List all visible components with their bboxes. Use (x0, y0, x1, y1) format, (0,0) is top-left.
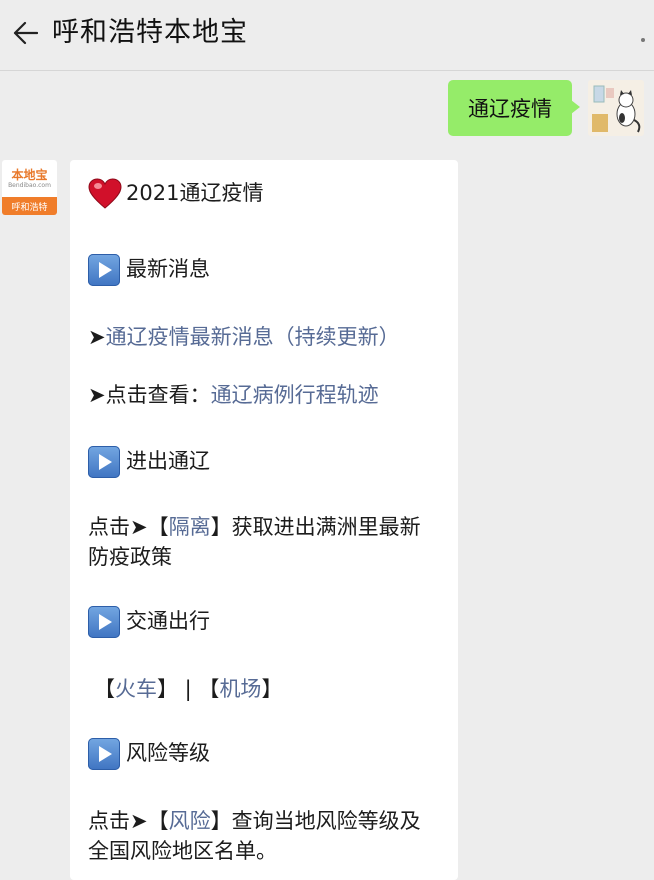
latest-news-link[interactable]: 通辽疫情最新消息（持续更新） (106, 325, 400, 349)
quarantine-link[interactable]: 隔离 (169, 515, 211, 539)
case-track-item: ➤点击查看：通辽病例行程轨迹 (88, 383, 379, 407)
bot-avatar[interactable]: 本地宝 Bendibao.com 呼和浩特 (2, 160, 57, 215)
bot-avatar-label: 呼和浩特 (2, 197, 57, 215)
airport-link[interactable]: 机场 (219, 677, 261, 701)
back-arrow-icon (13, 21, 38, 45)
play-icon (88, 254, 120, 286)
cat-illustration-icon (588, 80, 644, 136)
quarantine-paragraph-line2: 防疫政策 (88, 545, 172, 569)
play-icon (88, 446, 120, 478)
section-latest-news: 最新消息 (88, 254, 210, 286)
quarantine-paragraph: 点击➤【隔离】获取进出满洲里最新 (88, 515, 421, 539)
train-link[interactable]: 火车 (115, 677, 157, 701)
bot-message-bubble: 2021通辽疫情 最新消息 ➤通辽疫情最新消息（持续更新） ➤点击查看：通辽病例… (70, 160, 458, 880)
chat-header: 呼和浩特本地宝 (0, 0, 654, 71)
user-message-bubble[interactable]: 通辽疫情 (448, 80, 580, 136)
section-transport: 交通出行 (88, 606, 210, 638)
risk-paragraph: 点击➤【风险】查询当地风险等级及 (88, 809, 421, 833)
user-avatar[interactable] (588, 80, 644, 136)
heart-icon (88, 178, 122, 209)
chat-title: 呼和浩特本地宝 (52, 17, 248, 48)
user-message-text: 通辽疫情 (468, 97, 552, 121)
section-risk-level: 风险等级 (88, 738, 210, 770)
play-icon (88, 738, 120, 770)
case-track-link[interactable]: 通辽病例行程轨迹 (211, 383, 379, 407)
more-dots-icon[interactable] (636, 24, 650, 48)
back-button[interactable] (8, 16, 42, 50)
risk-link[interactable]: 风险 (169, 809, 211, 833)
transport-links: 【火车】 | 【机场】 (94, 677, 283, 701)
section-entry-exit: 进出通辽 (88, 446, 210, 478)
article-title: 2021通辽疫情 (88, 178, 263, 210)
risk-paragraph-line2: 全国风险地区名单。 (88, 839, 277, 863)
play-icon (88, 606, 120, 638)
latest-news-item: ➤通辽疫情最新消息（持续更新） (88, 325, 400, 349)
bendibao-logo: 本地宝 Bendibao.com (2, 160, 57, 197)
